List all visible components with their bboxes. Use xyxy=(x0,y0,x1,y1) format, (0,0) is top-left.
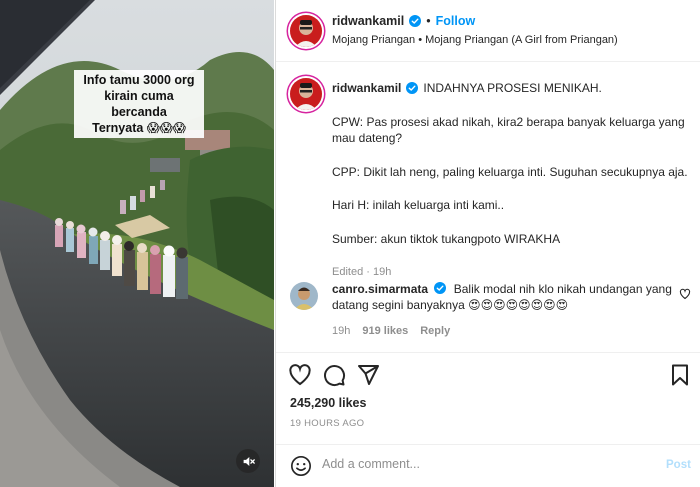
post-header: ridwankamil • Follow Mojang Priangan • M… xyxy=(276,0,700,62)
comment-input[interactable] xyxy=(322,457,622,471)
caption-paragraph: Sumber: akun tiktok tukangpoto WIRAKHA xyxy=(332,231,561,246)
reply-button[interactable]: Reply xyxy=(420,325,450,337)
comment-time[interactable]: 19h xyxy=(332,325,350,337)
comment-like-heart-icon[interactable] xyxy=(679,288,691,300)
caption-text: ridwankamil INDAHNYA PROSESI MENIKAH. CP… xyxy=(332,80,692,281)
comment-meta: 19h 919 likes Reply xyxy=(332,325,450,337)
overlay-line: Info tamu 3000 org xyxy=(83,73,195,87)
post-comment-button[interactable]: Post xyxy=(666,459,691,471)
share-icon[interactable] xyxy=(356,363,380,387)
verified-badge-icon xyxy=(409,15,422,27)
comment-text: canro.simarmata Balik modal nih klo nika… xyxy=(332,282,672,313)
caption-paragraph: Hari H: inilah keluarga inti kami.. xyxy=(332,198,505,212)
username-link[interactable]: canro.simarmata xyxy=(332,282,428,296)
separator-dot: • xyxy=(426,14,431,28)
comment-likes[interactable]: 919 likes xyxy=(362,325,408,337)
post-panel: ridwankamil • Follow Mojang Priangan • M… xyxy=(275,0,700,487)
location-link[interactable]: Mojang Priangan • Mojang Priangan (A Gir… xyxy=(332,34,618,46)
caption-paragraph: CPW: Pas prosesi akad nikah, kira2 berap… xyxy=(332,114,685,146)
comment-icon[interactable] xyxy=(322,363,346,387)
caption-title-row: ridwankamil INDAHNYA PROSESI MENIKAH. xyxy=(332,80,692,97)
avatar[interactable] xyxy=(290,15,322,47)
overlay-line: Ternyata 😱😱😱 xyxy=(92,121,186,135)
like-count[interactable]: 245,290 likes xyxy=(290,396,366,410)
avatar[interactable] xyxy=(290,282,318,310)
video-caption-overlay: Info tamu 3000 org kirain cuma bercanda … xyxy=(74,70,204,138)
add-comment-bar: Post xyxy=(276,444,700,487)
follow-button[interactable]: Follow xyxy=(436,14,476,28)
bookmark-icon[interactable] xyxy=(668,363,692,387)
overlay-line: kirain cuma bercanda xyxy=(104,89,174,119)
caption-title: INDAHNYA PROSESI MENIKAH. xyxy=(423,81,602,95)
verified-badge-icon xyxy=(406,82,419,95)
action-bar xyxy=(276,352,700,392)
post-media[interactable]: Info tamu 3000 org kirain cuma bercanda … xyxy=(0,0,274,487)
mute-button[interactable] xyxy=(236,449,260,473)
caption-meta: Edited · 19h xyxy=(332,266,392,278)
post-timestamp[interactable]: 19 HOURS AGO xyxy=(290,418,364,429)
header-user-row: ridwankamil • Follow xyxy=(332,14,475,28)
speaker-muted-icon xyxy=(243,456,255,466)
heart-icon[interactable] xyxy=(288,363,312,387)
verified-badge-icon xyxy=(434,282,447,294)
username-link[interactable]: ridwankamil xyxy=(332,14,404,28)
caption-paragraph: CPP: Dikit lah neng, paling keluarga int… xyxy=(332,164,688,179)
emoji-icon[interactable] xyxy=(290,455,312,477)
avatar[interactable] xyxy=(290,78,322,110)
username-link[interactable]: ridwankamil xyxy=(332,80,401,97)
